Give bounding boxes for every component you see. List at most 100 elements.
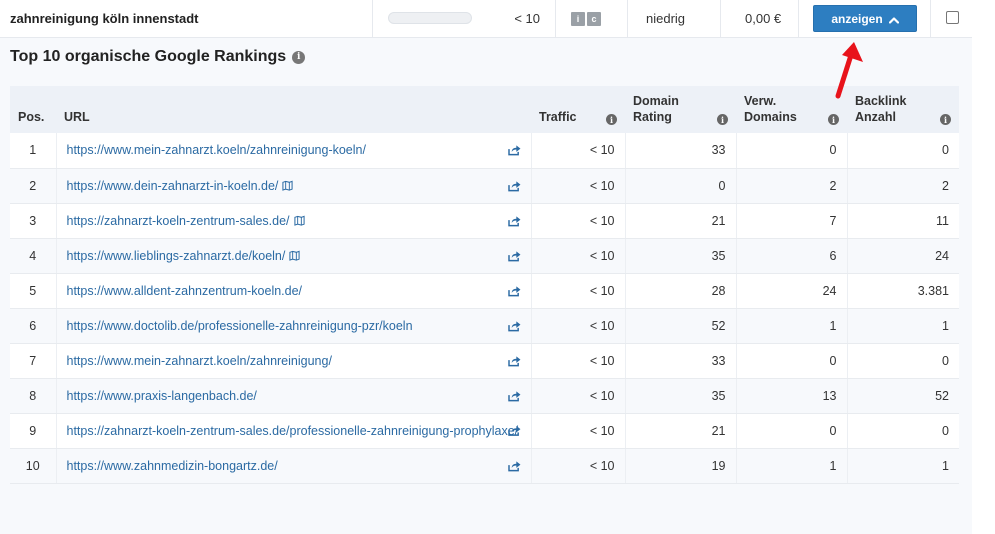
map-icon[interactable] [282,180,294,191]
intent-badge-informational: i [571,11,585,26]
cell-ref-domains: 13 [736,378,848,414]
info-icon[interactable]: i [717,114,728,125]
col-traffic[interactable]: Traffic i [531,86,625,133]
divider [555,0,556,37]
info-icon[interactable]: i [292,50,306,64]
share-arrow-icon[interactable] [507,355,521,366]
select-keyword-checkbox[interactable] [946,11,959,24]
cell-ref-domains: 1 [736,308,848,344]
intent-badge-commercial: c [587,11,601,26]
col-url-label: URL [64,110,90,124]
cell-pos: 9 [10,413,57,449]
col-ref-domains-line1: Verw. [744,94,777,108]
table-row: 7 https://www.mein-zahnarzt.koeln/zahnre… [10,343,959,379]
share-arrow-icon[interactable] [507,250,521,261]
ranking-url-link[interactable]: https://zahnarzt-koeln-zentrum-sales.de/ [67,214,290,228]
show-rankings-button[interactable]: anzeigen [813,5,917,32]
share-arrow-icon[interactable] [507,425,521,436]
col-backlinks-line2: Anzahl [855,110,896,124]
col-domain-rating-line1: Domain [633,94,679,108]
cell-pos: 10 [10,448,57,484]
ranking-url-link[interactable]: https://www.doctolib.de/professionelle-z… [67,319,413,333]
cell-ref-domains: 0 [736,343,848,379]
cell-backlinks: 3.381 [847,273,959,309]
divider [372,0,373,37]
cell-ref-domains: 1 [736,448,848,484]
annotation-arrow-icon [835,42,863,99]
cell-ref-domains: 0 [736,413,848,449]
cell-pos: 8 [10,378,57,414]
map-icon[interactable] [293,215,305,226]
col-domain-rating-line2: Rating [633,110,672,124]
cell-traffic: < 10 [531,378,626,414]
rankings-table: Pos. URL Traffic i Domain Rating i Verw. Dom… [10,86,959,484]
cell-backlinks: 1 [847,308,959,344]
ranking-url-link[interactable]: https://www.mein-zahnarzt.koeln/zahnrein… [67,354,332,368]
table-body: 1 https://www.mein-zahnarzt.koeln/zahnre… [10,133,959,484]
table-row: 10 https://www.zahnmedizin-bongartz.de/ … [10,448,959,484]
col-pos[interactable]: Pos. [10,86,56,133]
share-arrow-icon[interactable] [507,145,521,156]
ranking-url-link[interactable]: https://www.mein-zahnarzt.koeln/zahnrein… [67,143,366,157]
cell-traffic: < 10 [531,273,626,309]
ranking-url-link[interactable]: https://www.dein-zahnarzt-in-koeln.de/ [67,179,279,193]
cell-pos: 5 [10,273,57,309]
show-button-label: anzeigen [831,11,883,26]
keyword-text: zahnreinigung köln innenstadt [10,11,199,26]
cell-url: https://zahnarzt-koeln-zentrum-sales.de/ [56,203,532,239]
cell-traffic: < 10 [531,133,626,169]
share-arrow-icon[interactable] [507,285,521,296]
cell-backlinks: 11 [847,203,959,239]
map-icon[interactable] [289,250,300,261]
cell-url: https://www.mein-zahnarzt.koeln/zahnrein… [56,343,532,379]
cell-domain-rating: 21 [625,203,737,239]
cell-url: https://www.lieblings-zahnarzt.de/koeln/ [56,238,532,274]
cell-backlinks: 52 [847,378,959,414]
info-icon[interactable]: i [828,114,839,125]
col-pos-label: Pos. [18,110,45,124]
share-arrow-icon[interactable] [507,320,521,331]
ranking-url-link[interactable]: https://www.praxis-langenbach.de/ [67,389,257,403]
cell-pos: 3 [10,203,57,239]
section-title-text: Top 10 organische Google Rankings [10,48,287,65]
cell-url: https://www.zahnmedizin-bongartz.de/ [56,448,532,484]
share-arrow-icon[interactable] [507,180,521,191]
col-domain-rating[interactable]: Domain Rating i [625,86,736,133]
cell-url: https://www.praxis-langenbach.de/ [56,378,532,414]
divider [720,0,721,37]
share-arrow-icon[interactable] [507,460,521,471]
keyword-traffic: < 10 [514,11,540,26]
info-icon[interactable]: i [606,114,617,125]
table-header: Pos. URL Traffic i Domain Rating i Verw. Dom… [10,86,959,133]
table-row: 5 https://www.alldent-zahnzentrum-koeln.… [10,273,959,309]
cell-backlinks: 2 [847,168,959,204]
cell-backlinks: 0 [847,343,959,379]
cell-ref-domains: 0 [736,133,848,169]
col-ref-domains-line2: Domains [744,110,797,124]
ranking-url-link[interactable]: https://zahnarzt-koeln-zentrum-sales.de/… [67,424,519,438]
ranking-url-link[interactable]: https://www.lieblings-zahnarzt.de/koeln/ [67,249,286,263]
cell-domain-rating: 33 [625,343,737,379]
cell-url: https://www.dein-zahnarzt-in-koeln.de/ [56,168,532,204]
share-arrow-icon[interactable] [507,215,521,226]
cell-backlinks: 0 [847,413,959,449]
ranking-url-link[interactable]: https://www.zahnmedizin-bongartz.de/ [67,459,278,473]
share-arrow-icon[interactable] [507,390,521,401]
table-row: 4 https://www.lieblings-zahnarzt.de/koel… [10,238,959,274]
cell-traffic: < 10 [531,203,626,239]
ranking-url-link[interactable]: https://www.alldent-zahnzentrum-koeln.de… [67,284,303,298]
col-url[interactable]: URL [56,86,531,133]
cell-domain-rating: 19 [625,448,737,484]
cell-url: https://www.doctolib.de/professionelle-z… [56,308,532,344]
cell-backlinks: 24 [847,238,959,274]
table-row: 8 https://www.praxis-langenbach.de/ < 10… [10,378,959,414]
col-ref-domains-label: Verw. Domains [744,93,797,125]
search-volume-bar [388,12,472,24]
keyword-row: zahnreinigung köln innenstadt < 10 i c n… [0,0,972,38]
cell-url: https://zahnarzt-koeln-zentrum-sales.de/… [56,413,532,449]
cell-pos: 7 [10,343,57,379]
table-row: 6 https://www.doctolib.de/professionelle… [10,308,959,344]
cell-pos: 1 [10,133,57,169]
cell-pos: 4 [10,238,57,274]
info-icon[interactable]: i [940,114,951,125]
